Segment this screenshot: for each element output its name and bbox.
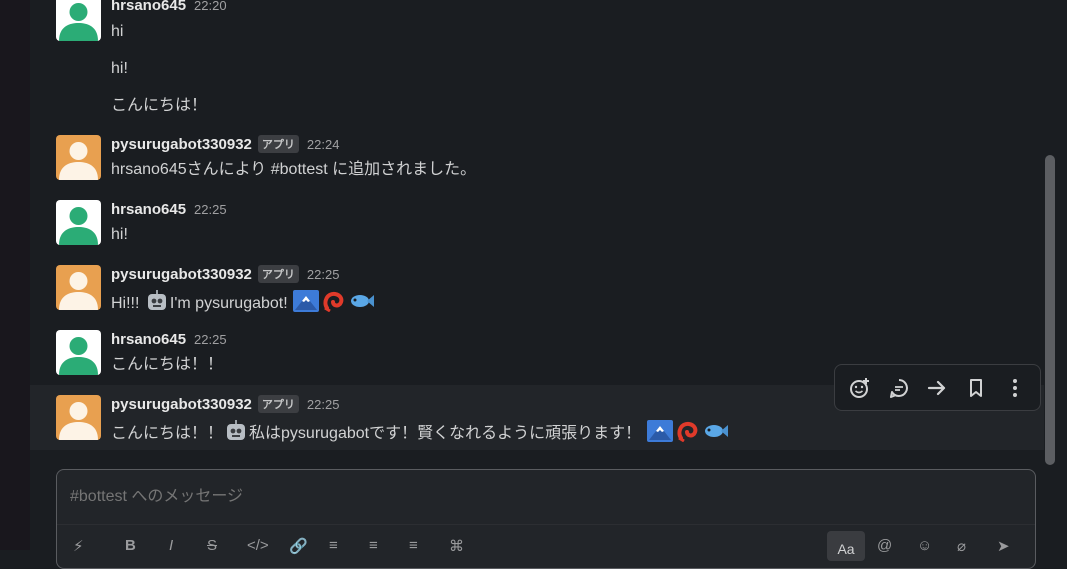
add-reaction-icon[interactable]: [846, 374, 874, 402]
timestamp[interactable]: 22:25: [194, 332, 227, 347]
forward-icon[interactable]: [923, 374, 951, 402]
avatar[interactable]: [56, 265, 101, 310]
message-header: pysurugabot330932 アプリ 22:24: [111, 135, 339, 153]
message-item[interactable]: pysurugabot330932 アプリ 22:24 hrsano645さんに…: [56, 135, 1036, 185]
timestamp[interactable]: 22:25: [307, 397, 340, 412]
shrimp-emoji-icon: [321, 290, 347, 318]
message-text: hi: [111, 23, 124, 40]
scrollbar[interactable]: [1045, 155, 1055, 465]
sender-name[interactable]: hrsano645: [111, 201, 186, 218]
timestamp[interactable]: 22:25: [194, 202, 227, 217]
message-text: hi!: [111, 60, 128, 77]
timestamp[interactable]: 22:24: [307, 137, 340, 152]
sender-name[interactable]: hrsano645: [111, 331, 186, 348]
reply-thread-icon[interactable]: [885, 374, 913, 402]
message-text: Hi!!! I'm pysurugabot!: [111, 290, 376, 318]
timestamp[interactable]: 22:25: [307, 267, 340, 282]
shortcuts-icon[interactable]: ⚡: [73, 537, 84, 555]
app-badge: アプリ: [257, 395, 299, 413]
bulleted-list-icon[interactable]: ≡: [369, 537, 378, 554]
shrimp-emoji-icon: [675, 420, 701, 448]
message-header: pysurugabot330932 アプリ 22:25: [111, 265, 339, 283]
message-text: hi!: [111, 226, 128, 243]
message-list: hrsano645 22:20 hi hi! こんにちは！ pysurugabo…: [30, 0, 1067, 450]
code-button[interactable]: </>: [247, 537, 269, 554]
fish-emoji-icon: [703, 420, 729, 448]
message-item[interactable]: pysurugabot330932 アプリ 22:25 Hi!!! I'm py…: [56, 265, 1036, 315]
robot-emoji-icon: [145, 290, 169, 318]
emoji-icon[interactable]: ☺: [917, 537, 932, 554]
message-text: hrsano645さんにより #bottest に追加されました。: [111, 161, 477, 178]
italic-button[interactable]: I: [169, 537, 173, 554]
message-text-part: Hi!!!: [111, 295, 144, 313]
app-badge: アプリ: [257, 135, 299, 153]
formatting-toolbar: ⚡ B I S </> 🔗 ≡ ≡ ≡ ⌘ Aa @ ☺ ⌀ ➤: [57, 524, 1035, 564]
message-input[interactable]: [70, 486, 1010, 508]
send-icon[interactable]: ➤: [997, 537, 1010, 555]
avatar[interactable]: [56, 395, 101, 440]
message-text-part: I'm pysurugabot!: [169, 295, 293, 313]
mount-fuji-emoji-icon: [293, 290, 320, 318]
message-header: pysurugabot330932 アプリ 22:25: [111, 395, 339, 413]
message-text: こんにちは！！ 私はpysurugabotです！賢くなれるように頑張ります！: [111, 420, 730, 448]
strikethrough-button[interactable]: S: [207, 537, 217, 554]
message-header: hrsano645 22:20: [111, 0, 227, 14]
message-text: こんにちは！: [111, 97, 208, 114]
formatting-toggle-button[interactable]: Aa: [827, 531, 865, 561]
code-block-icon[interactable]: ⌘: [449, 537, 464, 555]
ordered-list-icon[interactable]: ≡: [329, 537, 338, 554]
message-item[interactable]: hrsano645 22:20 hi hi! こんにちは！: [56, 0, 1036, 116]
link-icon[interactable]: 🔗: [289, 537, 308, 555]
mount-fuji-emoji-icon: [646, 420, 673, 448]
sender-name[interactable]: pysurugabot330932: [111, 136, 252, 153]
app-badge: アプリ: [257, 265, 299, 283]
fish-emoji-icon: [349, 290, 375, 318]
message-header: hrsano645 22:25: [111, 330, 227, 348]
message-item[interactable]: hrsano645 22:25 hi!: [56, 200, 1036, 250]
message-text-part: 私はpysurugabotです！賢くなれるように頑張ります！: [249, 425, 646, 443]
sender-name[interactable]: hrsano645: [111, 0, 186, 14]
mention-icon[interactable]: @: [877, 537, 892, 554]
channel-pane: hrsano645 22:20 hi hi! こんにちは！ pysurugabo…: [30, 0, 1067, 569]
sender-name[interactable]: pysurugabot330932: [111, 266, 252, 283]
bold-button[interactable]: B: [125, 537, 136, 554]
avatar[interactable]: [56, 200, 101, 245]
avatar[interactable]: [56, 330, 101, 375]
avatar[interactable]: [56, 135, 101, 180]
message-text: こんにちは！！: [111, 356, 224, 373]
message-composer: ⚡ B I S </> 🔗 ≡ ≡ ≡ ⌘ Aa @ ☺ ⌀ ➤: [56, 469, 1036, 569]
sender-name[interactable]: pysurugabot330932: [111, 396, 252, 413]
more-icon[interactable]: [1001, 374, 1029, 402]
robot-emoji-icon: [224, 420, 248, 448]
message-header: hrsano645 22:25: [111, 200, 227, 218]
bookmark-icon[interactable]: [962, 374, 990, 402]
avatar[interactable]: [56, 0, 101, 41]
message-text-part: こんにちは！！: [111, 425, 224, 443]
timestamp[interactable]: 22:20: [194, 0, 227, 13]
blockquote-icon[interactable]: ≡: [409, 537, 418, 554]
workspace-rail: [0, 0, 30, 550]
attach-icon[interactable]: ⌀: [957, 537, 966, 555]
message-actions-toolbar: [834, 364, 1041, 411]
